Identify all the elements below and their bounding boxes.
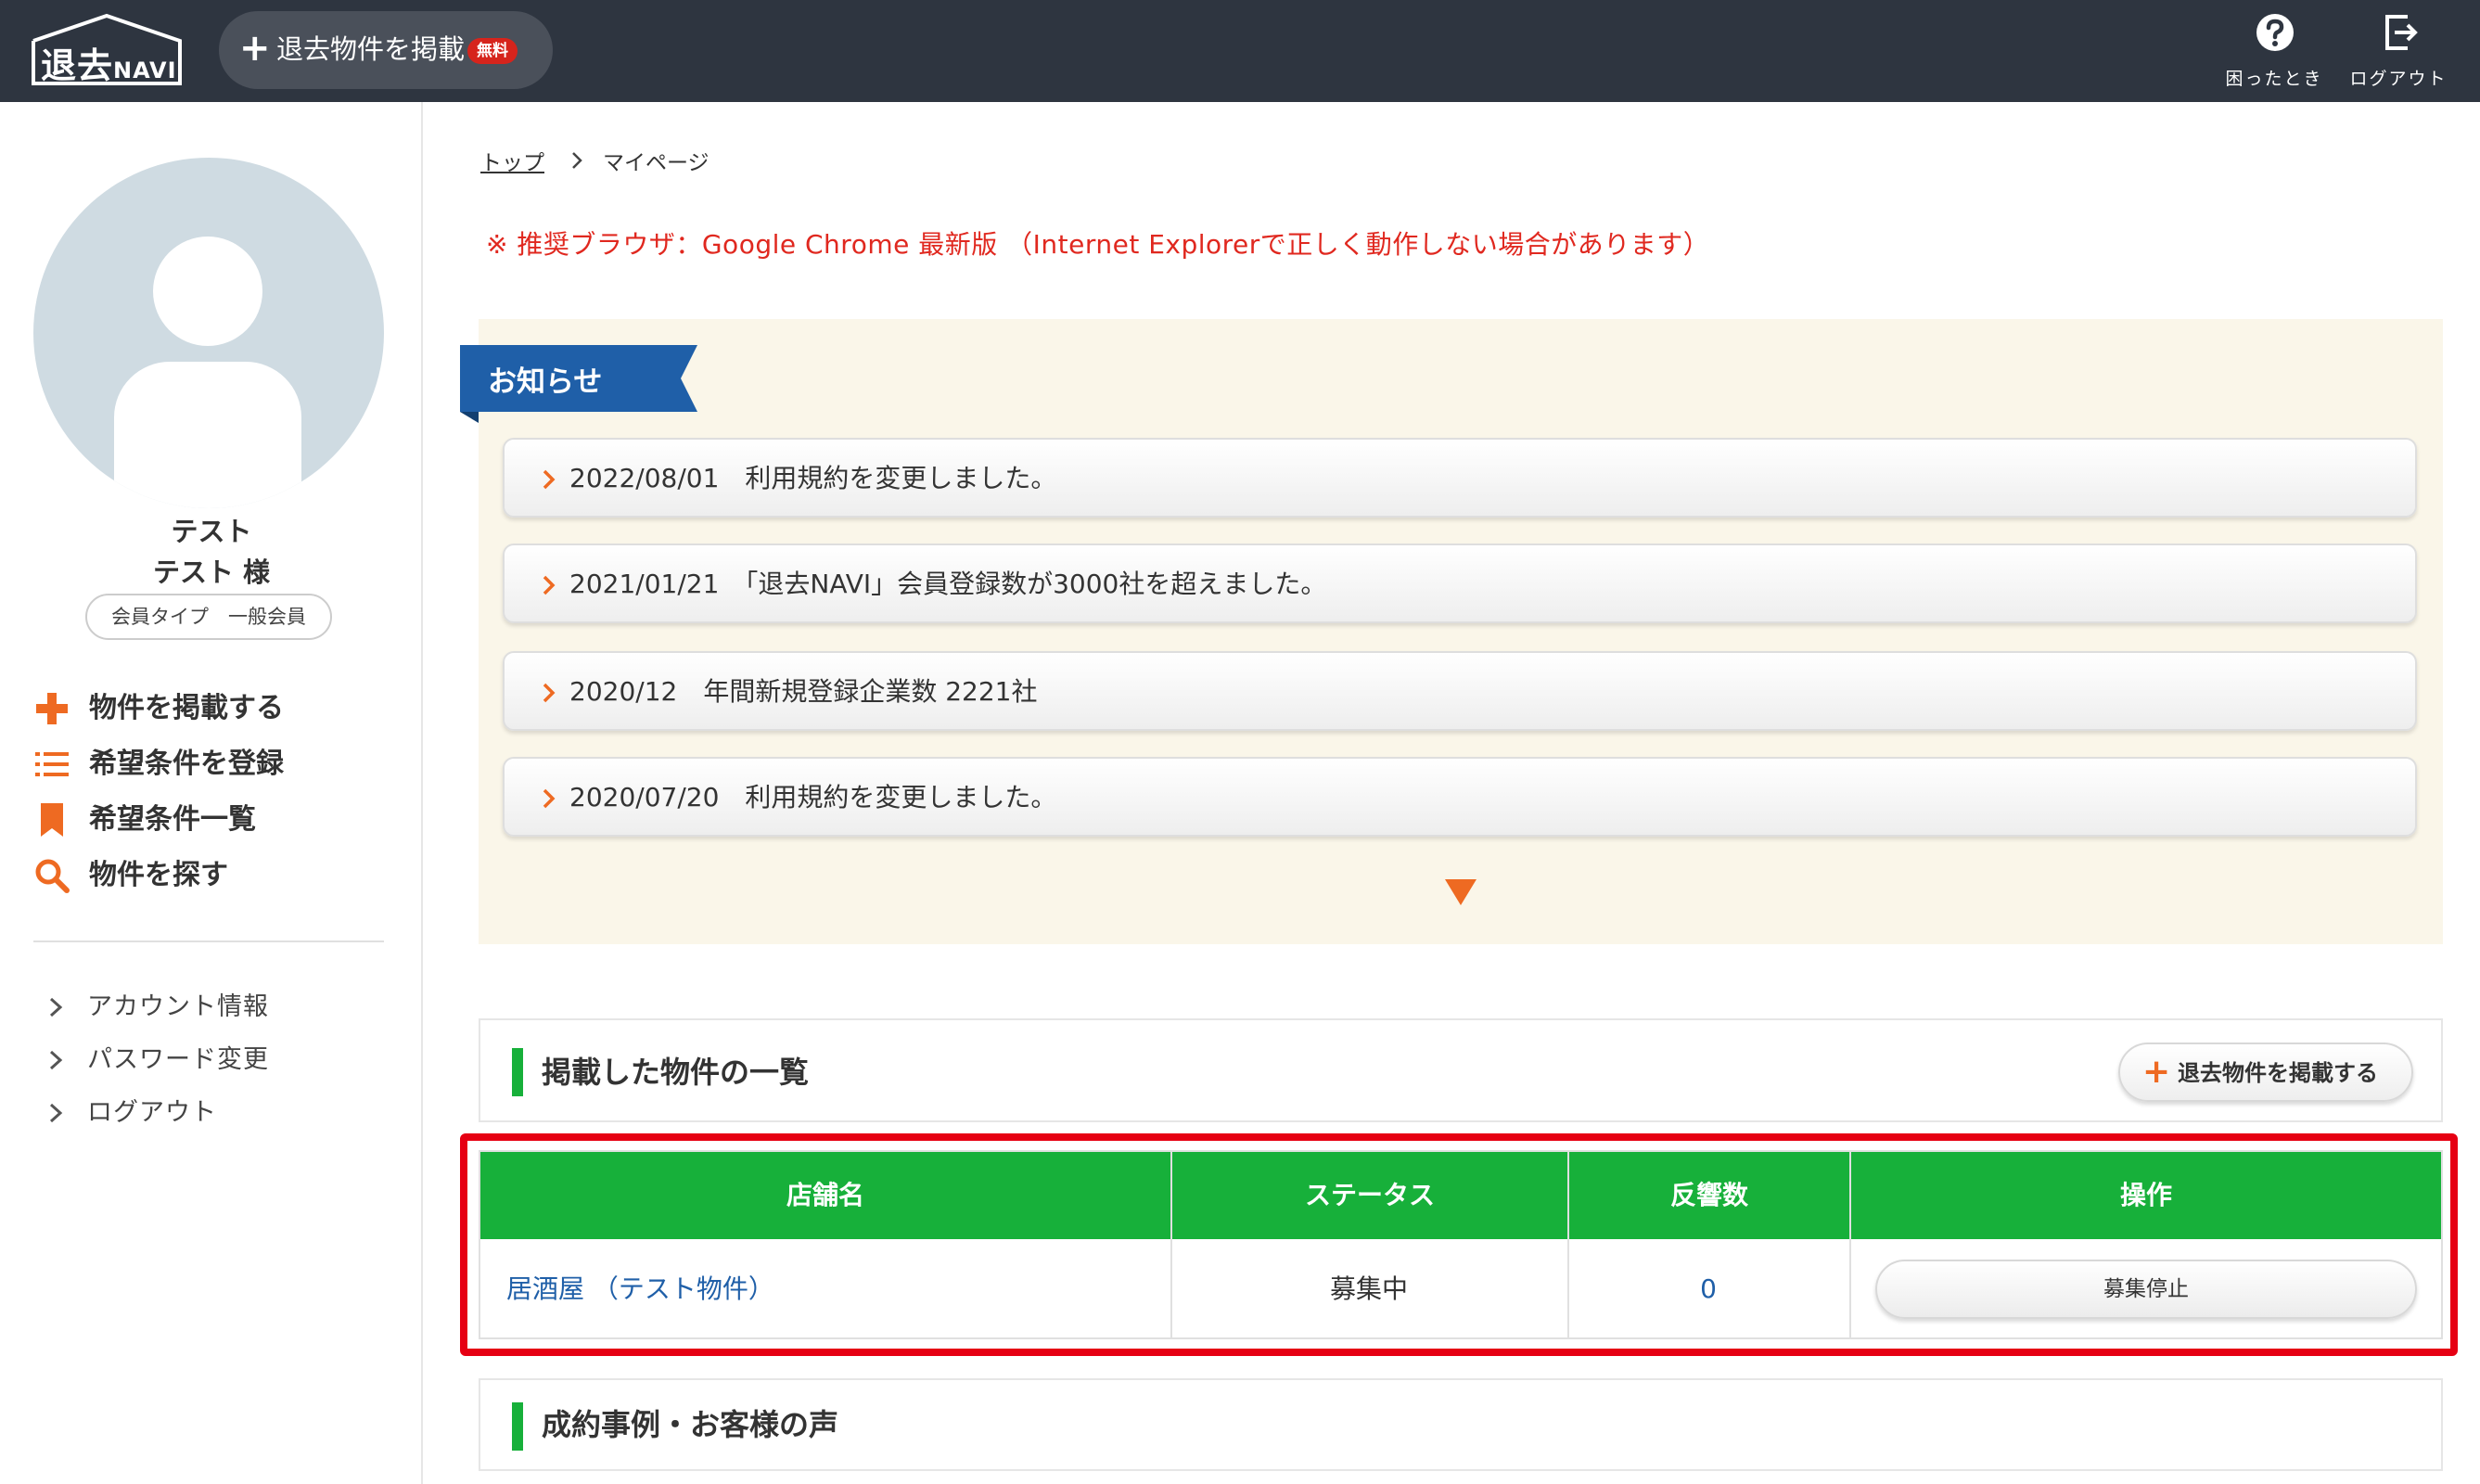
logout-icon xyxy=(2385,15,2418,50)
free-badge: 無料 xyxy=(467,38,518,64)
member-type-badge: 会員タイプ 一般会員 xyxy=(85,594,332,640)
avatar xyxy=(33,158,384,508)
post-property-label: 退去物件を掲載 xyxy=(276,33,466,65)
news-item[interactable]: 2022/08/01 利用規約を変更しました。 xyxy=(503,438,2417,518)
sidebar-item-label: ログアウト xyxy=(87,1098,217,1127)
logout-header-button[interactable]: ログアウト xyxy=(2343,11,2454,95)
help-icon xyxy=(2256,14,2294,51)
plus-icon: + xyxy=(239,27,271,70)
top-header: 退去NAVI + 退去物件を掲載 無料 困ったとき ログアウト xyxy=(0,0,2480,102)
chevron-right-icon xyxy=(49,1103,63,1123)
user-name: テスト 様 xyxy=(152,556,271,588)
menu-label: 物件を掲載する xyxy=(89,692,284,724)
logout-label: ログアウト xyxy=(2349,69,2448,89)
news-item-text: 2020/07/20 利用規約を変更しました。 xyxy=(569,782,1057,812)
chevron-right-icon xyxy=(543,469,556,490)
plus-icon xyxy=(36,693,68,724)
news-item-text: 2021/01/21 「退去NAVI」会員登録数が3000社を超えました。 xyxy=(569,569,1327,599)
site-logo[interactable]: 退去NAVI xyxy=(32,13,182,86)
listings-title: 掲載した物件の一覧 xyxy=(542,1055,810,1090)
news-panel xyxy=(479,319,2443,944)
chevron-right-icon xyxy=(49,1050,63,1070)
menu-label: 希望条件一覧 xyxy=(89,803,256,836)
more-news-arrow-icon[interactable] xyxy=(1445,879,1476,905)
post-property-label: 退去物件を掲載する xyxy=(2178,1060,2378,1086)
menu-label: 希望条件を登録 xyxy=(89,748,284,780)
news-item[interactable]: 2021/01/21 「退去NAVI」会員登録数が3000社を超えました。 xyxy=(503,544,2417,623)
logo-subtext: NAVI xyxy=(113,58,177,83)
sidebar-item-label: アカウント情報 xyxy=(87,992,269,1021)
testimonials-title: 成約事例・お客様の声 xyxy=(542,1407,839,1442)
list-icon xyxy=(35,752,69,776)
news-ribbon: お知らせ xyxy=(460,345,701,423)
search-icon xyxy=(35,859,70,893)
sidebar-item-label: パスワード変更 xyxy=(87,1045,269,1074)
news-item-text: 2020/12 年間新規登録企業数 2221社 xyxy=(569,676,1038,707)
chevron-right-icon xyxy=(543,575,556,595)
logo-text: 退去 xyxy=(41,45,114,86)
user-company: テスト xyxy=(171,516,252,547)
plus-icon: + xyxy=(2142,1053,2171,1091)
testimonials-section-header: 成約事例・お客様の声 xyxy=(479,1378,2443,1471)
post-property-button-secondary[interactable]: + 退去物件を掲載する xyxy=(2118,1043,2413,1102)
breadcrumb-top-link[interactable]: トップ xyxy=(480,145,544,176)
chevron-right-icon xyxy=(543,683,556,703)
bookmark-icon xyxy=(41,803,63,837)
news-title: お知らせ xyxy=(488,365,603,399)
help-label: 困ったとき xyxy=(2225,69,2323,89)
news-item-text: 2022/08/01 利用規約を変更しました。 xyxy=(569,463,1057,493)
news-item[interactable]: 2020/12 年間新規登録企業数 2221社 xyxy=(503,651,2417,731)
post-property-button[interactable]: + 退去物件を掲載 無料 xyxy=(219,11,553,89)
breadcrumb-separator-icon xyxy=(572,152,582,169)
news-item[interactable]: 2020/07/20 利用規約を変更しました。 xyxy=(503,757,2417,837)
breadcrumb-current: マイページ xyxy=(603,151,709,175)
help-button[interactable]: 困ったとき xyxy=(2218,11,2330,95)
highlight-box xyxy=(460,1133,2458,1356)
sidebar: テスト テスト 様 会員タイプ 一般会員 物件を掲載する 希望条件を登録 希望条… xyxy=(0,102,423,1484)
browser-notice: ※ 推奨ブラウザ：Google Chrome 最新版 （Internet Exp… xyxy=(486,229,1710,260)
menu-label: 物件を探す xyxy=(89,859,228,891)
chevron-right-icon xyxy=(49,997,63,1017)
sidebar-divider xyxy=(33,940,384,942)
chevron-right-icon xyxy=(543,788,556,809)
